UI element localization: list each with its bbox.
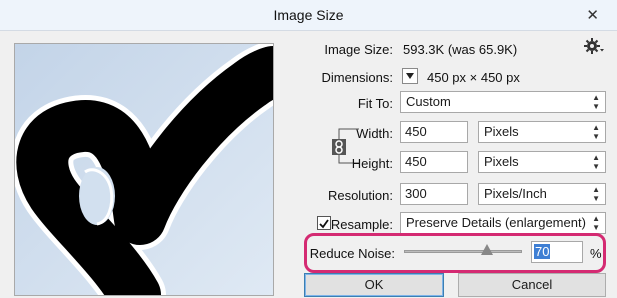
height-unit-value: Pixels <box>484 154 519 169</box>
resample-label: Resample: <box>330 217 393 232</box>
fit-to-label: Fit To: <box>357 96 393 111</box>
resample-method-select[interactable]: Preserve Details (enlargement) ▲ ▼ <box>400 212 606 234</box>
ok-button[interactable]: OK <box>304 273 444 297</box>
height-unit-select[interactable]: Pixels ▲ ▼ <box>478 151 606 173</box>
image-size-value: 593.3K (was 65.9K) <box>403 42 518 57</box>
reduce-noise-slider[interactable] <box>404 244 522 255</box>
percent-unit: % <box>590 246 602 261</box>
height-label: Height: <box>351 156 393 171</box>
resolution-label: Resolution: <box>327 188 393 203</box>
select-arrows-icon: ▲ ▼ <box>592 153 600 171</box>
title-bar: Image Size ✕ <box>0 0 617 31</box>
image-size-label: Image Size: <box>324 42 393 57</box>
resolution-unit-value: Pixels/Inch <box>484 186 547 201</box>
height-input[interactable]: 450 <box>400 151 468 173</box>
width-unit-select[interactable]: Pixels ▲ ▼ <box>478 121 606 143</box>
resolution-unit-select[interactable]: Pixels/Inch ▲ ▼ <box>478 183 606 205</box>
preview-image <box>15 44 273 295</box>
fit-to-value: Custom <box>406 94 451 109</box>
dimensions-label: Dimensions: <box>321 70 393 85</box>
resample-checkbox[interactable] <box>317 216 331 230</box>
width-unit-value: Pixels <box>484 124 519 139</box>
reduce-noise-label: Reduce Noise: <box>309 246 395 261</box>
dimensions-value: 450 px × 450 px <box>427 70 520 85</box>
select-arrows-icon: ▲ ▼ <box>592 214 600 232</box>
resample-method-value: Preserve Details (enlargement) <box>406 215 586 230</box>
dropdown-triangle-icon[interactable] <box>402 68 418 84</box>
reduce-noise-value: 70 <box>534 244 551 259</box>
chain-link-icon[interactable] <box>332 139 346 155</box>
resolution-input[interactable]: 300 <box>400 183 468 205</box>
cancel-button[interactable]: Cancel <box>458 273 606 297</box>
close-icon[interactable]: ✕ <box>586 6 599 24</box>
gear-icon[interactable] <box>583 36 605 58</box>
width-label: Width: <box>356 126 393 141</box>
reduce-noise-input[interactable]: 70 <box>531 241 583 263</box>
select-arrows-icon: ▲ ▼ <box>592 123 600 141</box>
fit-to-select[interactable]: Custom ▲ ▼ <box>400 91 606 113</box>
select-arrows-icon: ▲ ▼ <box>592 185 600 203</box>
window-title: Image Size <box>273 7 344 23</box>
image-preview[interactable] <box>14 43 274 296</box>
width-input[interactable]: 450 <box>400 121 468 143</box>
slider-thumb[interactable] <box>480 244 493 255</box>
select-arrows-icon: ▲ ▼ <box>592 93 600 111</box>
slider-track <box>404 250 522 253</box>
